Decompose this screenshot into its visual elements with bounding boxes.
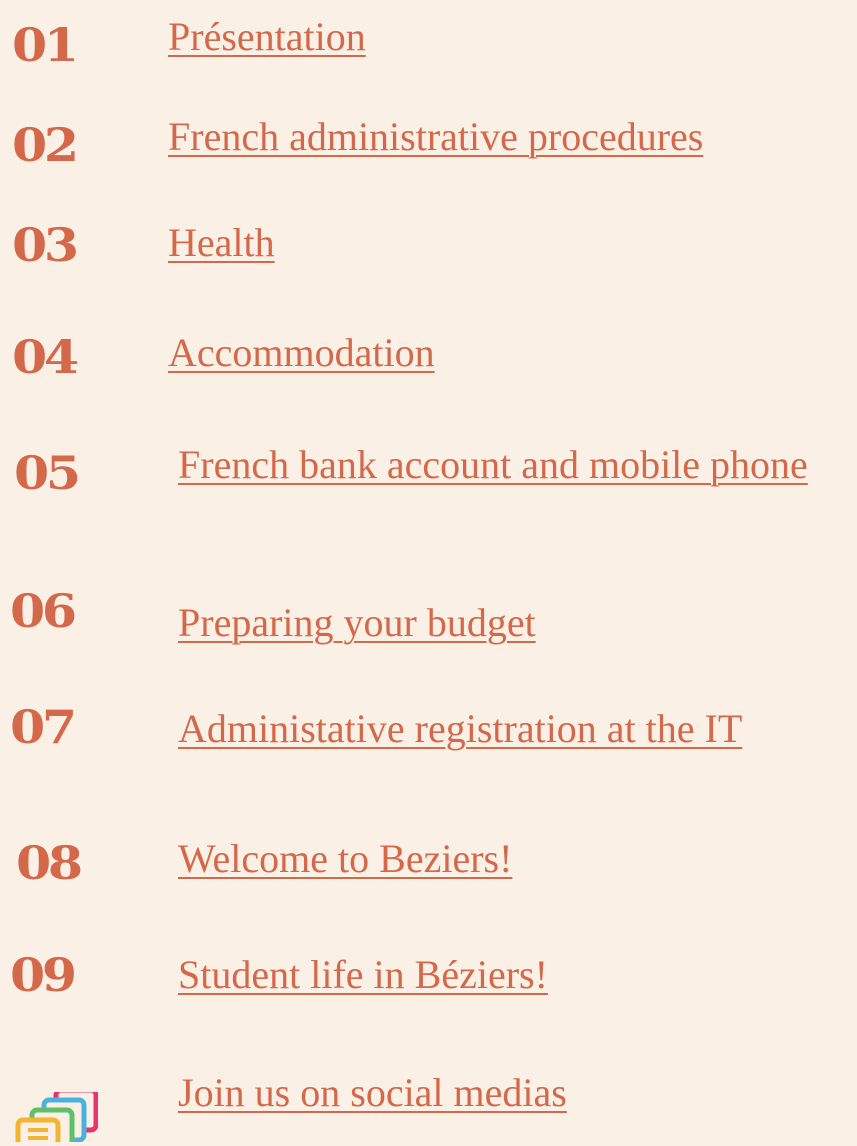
toc-link-welcome-beziers[interactable]: Welcome to Beziers! xyxy=(178,830,512,888)
toc-number: 09 xyxy=(10,948,77,1002)
toc-number: 08 xyxy=(16,836,83,890)
toc-number: 01 xyxy=(12,18,79,72)
toc-link-bank-account-mobile[interactable]: French bank account and mobile phone xyxy=(178,430,838,500)
toc-link-health[interactable]: Health xyxy=(168,214,275,272)
toc-number: 06 xyxy=(10,584,77,638)
toc-number: 03 xyxy=(12,218,79,272)
toc-number: 02 xyxy=(12,118,79,172)
toc-link-administrative-procedures[interactable]: French administrative procedures xyxy=(168,108,703,166)
toc-link-registration[interactable]: Administative registration at the IT xyxy=(178,700,742,758)
toc-number: 04 xyxy=(12,330,79,384)
toc-link-presentation[interactable]: Présentation xyxy=(168,8,366,66)
toc-link-social-medias[interactable]: Join us on social medias xyxy=(178,1064,567,1122)
toc-number: 05 xyxy=(14,446,81,500)
toc-link-budget[interactable]: Preparing your budget xyxy=(178,594,536,652)
toc-link-accommodation[interactable]: Accommodation xyxy=(168,324,435,382)
stacked-documents-icon xyxy=(8,1087,99,1146)
toc-link-student-life[interactable]: Student life in Béziers! xyxy=(178,946,548,1004)
toc-number: 07 xyxy=(10,700,77,754)
